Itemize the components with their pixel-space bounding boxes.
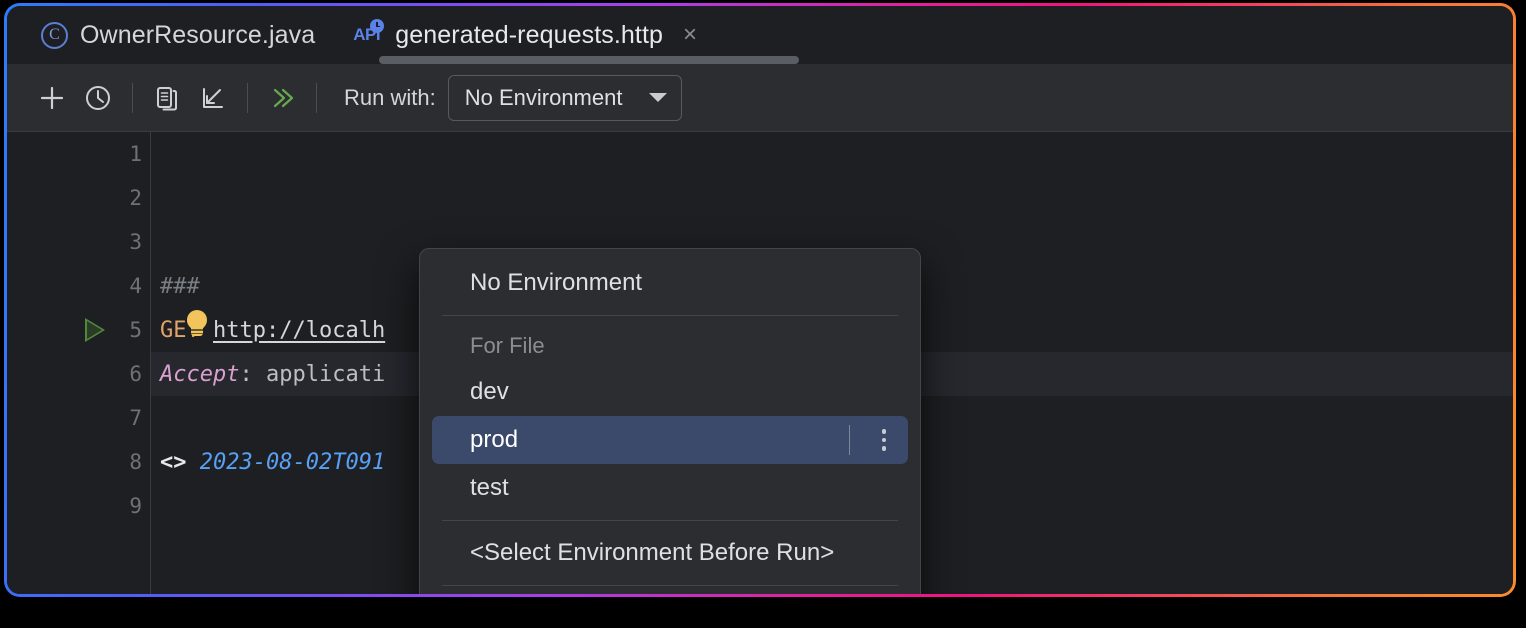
close-icon[interactable]: × [683,23,697,47]
menu-separator [442,315,898,316]
gutter-line: 4 [129,274,142,298]
code-editor[interactable]: 1 2 3 4 5 6 7 8 9 ### GET http://localh … [7,132,1513,594]
menu-group-label: For File [470,333,545,358]
environment-selected-value: No Environment [464,84,623,110]
menu-item-actions [848,425,893,455]
tab-label: OwnerResource.java [80,20,316,49]
intention-bulb-icon[interactable] [183,310,211,338]
http-client-toolbar: Run with: No Environment [7,64,1513,132]
gutter-line: 2 [129,186,142,210]
menu-item-label: <Select Environment Before Run> [470,539,835,566]
run-all-requests-button[interactable] [259,75,305,121]
gutter-line: 9 [129,494,142,518]
gutter-line: 5 [7,308,150,352]
editor-tab-bar: C OwnerResource.java API generated-reque… [7,6,1513,64]
import-requests-button[interactable] [190,75,236,121]
add-request-button[interactable] [29,75,75,121]
documents-icon [157,86,177,110]
environment-selector-combobox[interactable]: No Environment [447,74,682,121]
run-with-label: Run with: [344,84,436,110]
gutter-line: 7 [129,406,142,430]
menu-item-select-environment-before-run[interactable]: <Select Environment Before Run> [432,529,908,577]
clock-icon [86,85,110,110]
menu-item-no-environment[interactable]: No Environment [432,259,908,307]
run-all-chevrons-icon [273,88,294,107]
toolbar-divider [316,82,317,113]
code-token: <> [160,449,200,475]
environment-dropdown-menu[interactable]: No Environment For File dev prod test <S… [419,248,921,594]
tab-label: generated-requests.http [395,20,664,49]
code-token: 2023-08-02T091 [199,449,386,475]
more-vertical-icon[interactable] [876,429,893,451]
run-request-gutter-icon[interactable] [85,318,105,342]
editor-gutter[interactable]: 1 2 3 4 5 6 7 8 9 [7,132,151,594]
open-log-button[interactable] [144,75,190,121]
tab-owner-resource-java[interactable]: C OwnerResource.java [25,6,337,64]
menu-item-label: test [470,474,509,501]
menu-item-label: dev [470,378,509,405]
ide-window-frame: C OwnerResource.java API generated-reque… [4,3,1516,597]
http-api-icon: API [353,19,385,49]
menu-item-divider [848,425,850,455]
code-token: Accept [160,361,240,387]
menu-item-label: prod [470,426,519,453]
menu-group-for-file: For File [432,324,908,368]
request-history-button[interactable] [75,75,121,121]
toolbar-divider [132,82,133,113]
menu-separator [442,585,898,586]
plus-icon [40,86,64,109]
chevron-down-icon [648,93,667,102]
code-token: applicati [265,361,386,387]
ide-window: C OwnerResource.java API generated-reque… [7,6,1513,594]
gutter-line: 6 [129,362,142,386]
java-class-icon: C [41,21,68,49]
menu-separator [442,520,898,521]
menu-item-label: No Environment [470,269,643,296]
code-token: ### [160,273,200,299]
gutter-line: 1 [129,142,142,166]
import-arrow-icon [203,87,223,108]
menu-item-test[interactable]: test [432,464,908,512]
toolbar-divider [247,82,248,113]
gutter-line: 3 [129,230,142,254]
menu-item-dev[interactable]: dev [432,368,908,416]
gutter-line: 8 [129,450,142,474]
code-token: : [239,361,266,387]
active-tab-indicator [379,56,799,64]
menu-item-prod[interactable]: prod [432,416,908,464]
